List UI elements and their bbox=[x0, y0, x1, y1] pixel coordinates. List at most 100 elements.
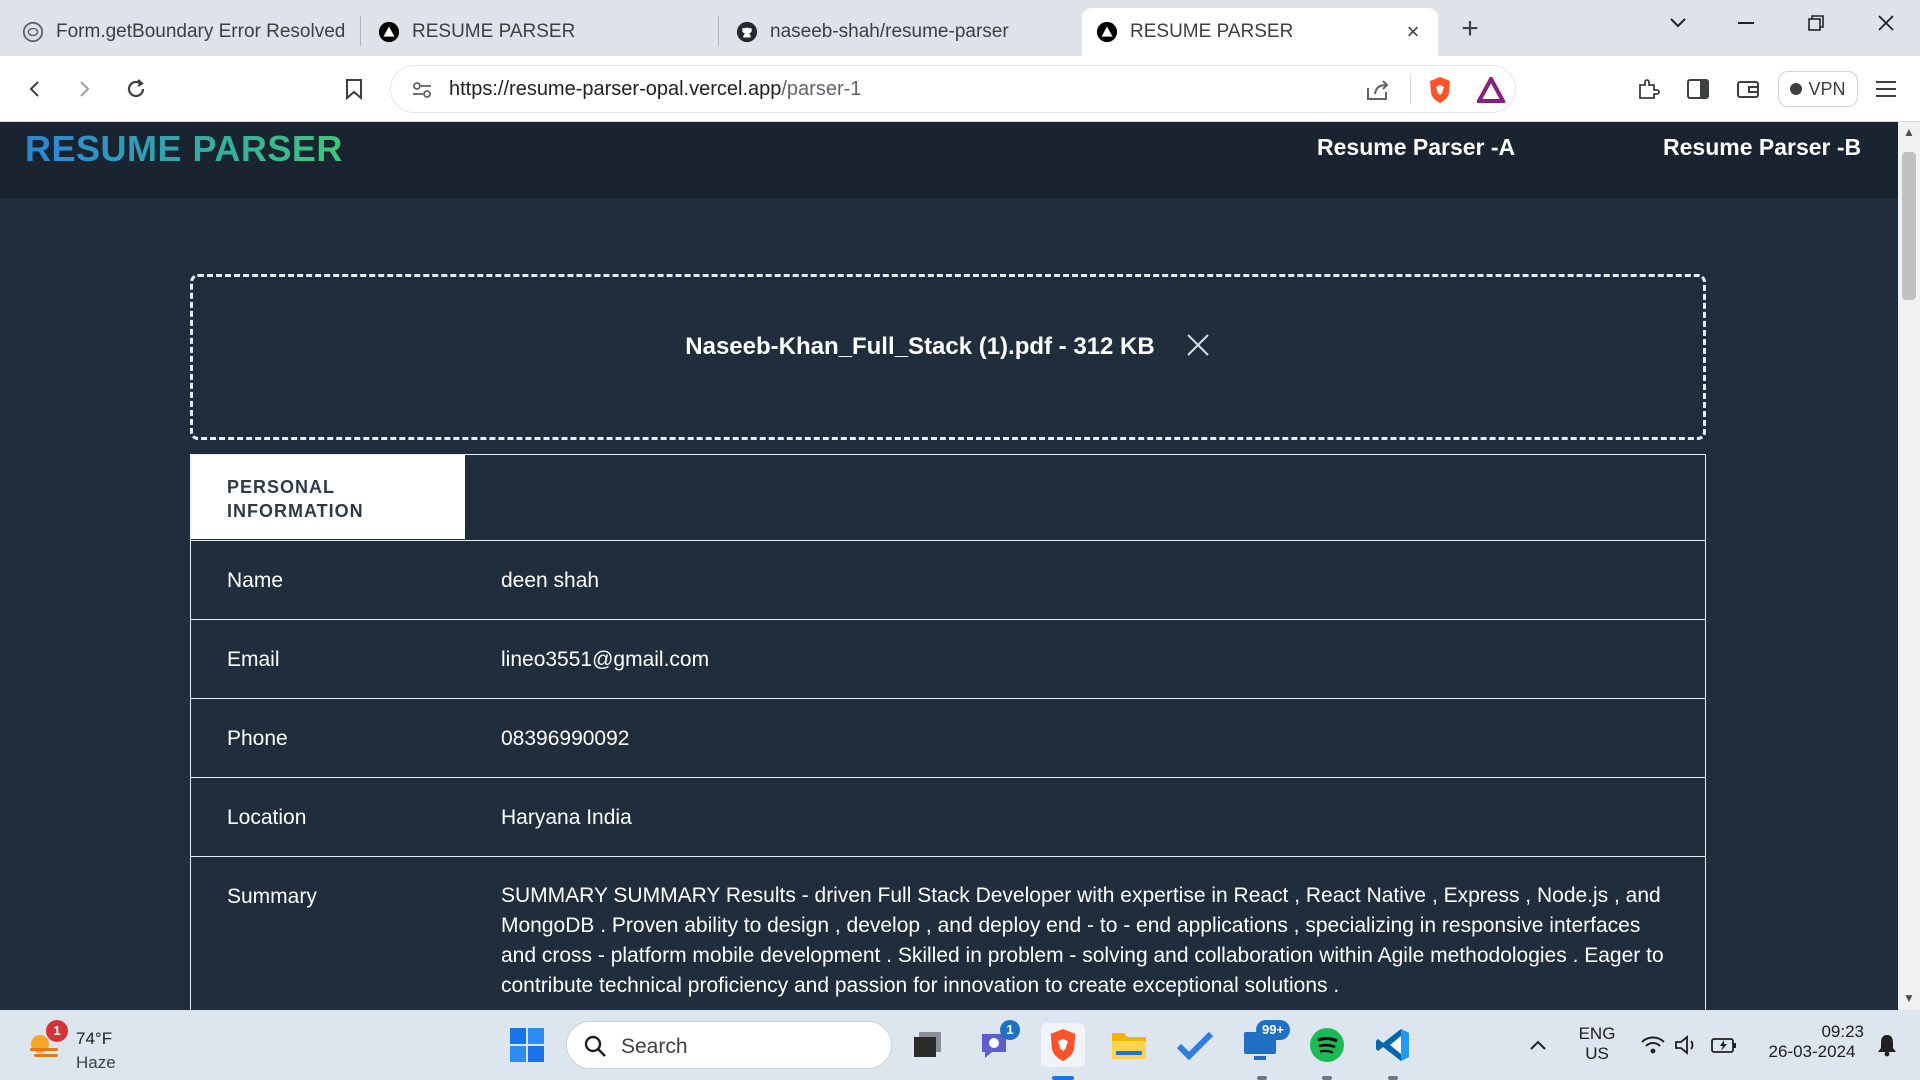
close-window-button[interactable] bbox=[1856, 6, 1916, 40]
omnibox-divider bbox=[1410, 74, 1411, 104]
clock-time: 09:23 bbox=[1821, 1022, 1864, 1041]
row-label: Summary bbox=[227, 885, 317, 908]
back-button[interactable] bbox=[15, 69, 55, 109]
row-value: deen shah bbox=[501, 569, 600, 592]
file-dropzone[interactable]: Naseeb-Khan_Full_Stack (1).pdf - 312 KB bbox=[190, 274, 1706, 440]
wifi-icon[interactable] bbox=[1636, 1023, 1670, 1067]
row-value: Haryana India bbox=[501, 806, 632, 829]
row-label: Phone bbox=[227, 727, 288, 750]
weather-widget[interactable]: 1 74°F Haze bbox=[26, 1020, 166, 1072]
browser-toolbar: https://resume-parser-opal.vercel.app/pa… bbox=[0, 56, 1920, 122]
nav-link-parser-a[interactable]: Resume Parser -A bbox=[1317, 134, 1515, 161]
url-text: https://resume-parser-opal.vercel.app/pa… bbox=[449, 78, 861, 101]
vercel-icon bbox=[1096, 21, 1118, 43]
extensions-icon[interactable] bbox=[1628, 69, 1668, 109]
clock[interactable]: 09:23 26-03-2024 bbox=[1756, 1022, 1868, 1062]
weather-description: Haze bbox=[76, 1053, 116, 1072]
scroll-down-icon[interactable]: ▼ bbox=[1903, 992, 1915, 1004]
tab-personal-information[interactable]: PERSONAL INFORMATION bbox=[191, 455, 465, 539]
scrollbar-thumb[interactable] bbox=[1902, 152, 1916, 300]
language-indicator[interactable]: ENG US bbox=[1572, 1024, 1622, 1064]
tab-title: RESUME PARSER bbox=[1130, 21, 1294, 42]
brand-logo[interactable]: RESUME PARSER bbox=[25, 128, 343, 170]
clock-date: 26-03-2024 bbox=[1768, 1042, 1856, 1061]
vercel-icon bbox=[378, 21, 400, 43]
nav-link-parser-b[interactable]: Resume Parser -B bbox=[1663, 134, 1861, 161]
minimize-button[interactable] bbox=[1716, 6, 1776, 40]
tab-strip: Form.getBoundary Error Resolved RESUME P… bbox=[0, 0, 1920, 56]
bookmark-icon[interactable] bbox=[334, 69, 374, 109]
tab-separator bbox=[360, 16, 361, 46]
vscode-icon[interactable] bbox=[1371, 1023, 1415, 1067]
brave-taskbar-icon[interactable] bbox=[1041, 1023, 1085, 1067]
info-table-header: PERSONAL INFORMATION bbox=[191, 455, 1705, 541]
chatgpt-icon bbox=[22, 21, 44, 43]
weather-temperature: 74°F bbox=[76, 1029, 113, 1048]
restore-button[interactable] bbox=[1786, 6, 1846, 40]
brave-shields-icon[interactable] bbox=[1427, 76, 1453, 104]
tab-search-chevron-icon[interactable] bbox=[1648, 6, 1708, 40]
start-button[interactable] bbox=[505, 1023, 549, 1067]
new-tab-button[interactable]: + bbox=[1452, 12, 1488, 48]
volume-icon[interactable] bbox=[1670, 1023, 1704, 1067]
search-icon bbox=[583, 1034, 607, 1058]
uploaded-file: Naseeb-Khan_Full_Stack (1).pdf - 312 KB bbox=[193, 332, 1703, 361]
running-indicator bbox=[1322, 1076, 1332, 1080]
tab-label-line2: INFORMATION bbox=[227, 501, 364, 521]
vpn-label: VPN bbox=[1808, 78, 1846, 99]
url-path: /parser-1 bbox=[781, 78, 862, 100]
url-host: https://resume-parser-opal.vercel.app bbox=[449, 78, 782, 100]
tab-separator bbox=[718, 16, 719, 46]
site-settings-icon[interactable] bbox=[411, 79, 435, 101]
tray-overflow-chevron-icon[interactable] bbox=[1518, 1023, 1558, 1067]
page-scrollbar[interactable]: ▲ ▼ bbox=[1898, 122, 1920, 1010]
remove-file-icon[interactable] bbox=[1185, 332, 1211, 358]
search-placeholder: Search bbox=[621, 1035, 688, 1058]
todo-icon[interactable] bbox=[1173, 1023, 1217, 1067]
github-icon bbox=[736, 21, 758, 43]
running-indicator bbox=[1257, 1076, 1267, 1080]
table-row: Summary SUMMARY SUMMARY Results - driven… bbox=[191, 857, 1705, 1010]
forward-button[interactable] bbox=[64, 69, 104, 109]
teams-badge: 1 bbox=[1000, 1020, 1020, 1040]
reload-button[interactable] bbox=[116, 69, 156, 109]
file-explorer-icon[interactable] bbox=[1107, 1023, 1151, 1067]
tab-github[interactable]: naseeb-shah/resume-parser bbox=[722, 8, 1072, 56]
row-value: 08396990092 bbox=[501, 727, 630, 750]
personal-info-table: PERSONAL INFORMATION Name deen shah Emai… bbox=[190, 454, 1706, 1010]
row-value: lineo3551@gmail.com bbox=[501, 648, 710, 671]
region-code: US bbox=[1585, 1044, 1609, 1063]
scroll-up-icon[interactable]: ▲ bbox=[1903, 126, 1915, 138]
table-row: Name deen shah bbox=[191, 541, 1705, 620]
tab-title: Form.getBoundary Error Resolved bbox=[56, 21, 346, 42]
weather-badge: 1 bbox=[46, 1020, 68, 1042]
share-icon[interactable] bbox=[1365, 78, 1391, 102]
table-row: Location Haryana India bbox=[191, 778, 1705, 857]
brave-rewards-icon[interactable] bbox=[1475, 74, 1507, 103]
tab-title: naseeb-shah/resume-parser bbox=[770, 21, 1009, 42]
wallet-icon[interactable] bbox=[1728, 69, 1768, 109]
file-name: Naseeb-Khan_Full_Stack (1).pdf - 312 KB bbox=[685, 333, 1155, 360]
page-viewport: RESUME PARSER Resume Parser -A Resume Pa… bbox=[0, 122, 1898, 1010]
address-bar[interactable]: https://resume-parser-opal.vercel.app/pa… bbox=[390, 65, 1516, 113]
spotify-icon[interactable] bbox=[1305, 1023, 1349, 1067]
row-value: SUMMARY SUMMARY Results - driven Full St… bbox=[501, 884, 1664, 997]
tab-resume-parser-active[interactable]: RESUME PARSER × bbox=[1082, 8, 1438, 56]
task-view-icon[interactable] bbox=[906, 1023, 950, 1067]
close-tab-icon[interactable]: × bbox=[1402, 21, 1424, 43]
vpn-button[interactable]: VPN bbox=[1778, 71, 1858, 107]
battery-icon[interactable] bbox=[1706, 1023, 1742, 1067]
tab-chatgpt[interactable]: Form.getBoundary Error Resolved bbox=[8, 8, 358, 56]
vpn-status-icon bbox=[1790, 83, 1803, 95]
tab-label-line1: PERSONAL bbox=[227, 477, 336, 497]
row-label: Name bbox=[227, 569, 284, 592]
notification-bell-icon[interactable] bbox=[1870, 1023, 1904, 1067]
row-label: Location bbox=[227, 806, 307, 829]
running-indicator bbox=[1052, 1076, 1074, 1080]
sidebar-icon[interactable] bbox=[1678, 69, 1718, 109]
tab-resume-parser[interactable]: RESUME PARSER bbox=[364, 8, 714, 56]
mail-badge: 99+ bbox=[1256, 1020, 1290, 1040]
language-code: ENG bbox=[1578, 1024, 1616, 1043]
menu-icon[interactable] bbox=[1866, 69, 1906, 109]
taskbar-search[interactable]: Search bbox=[566, 1021, 892, 1069]
